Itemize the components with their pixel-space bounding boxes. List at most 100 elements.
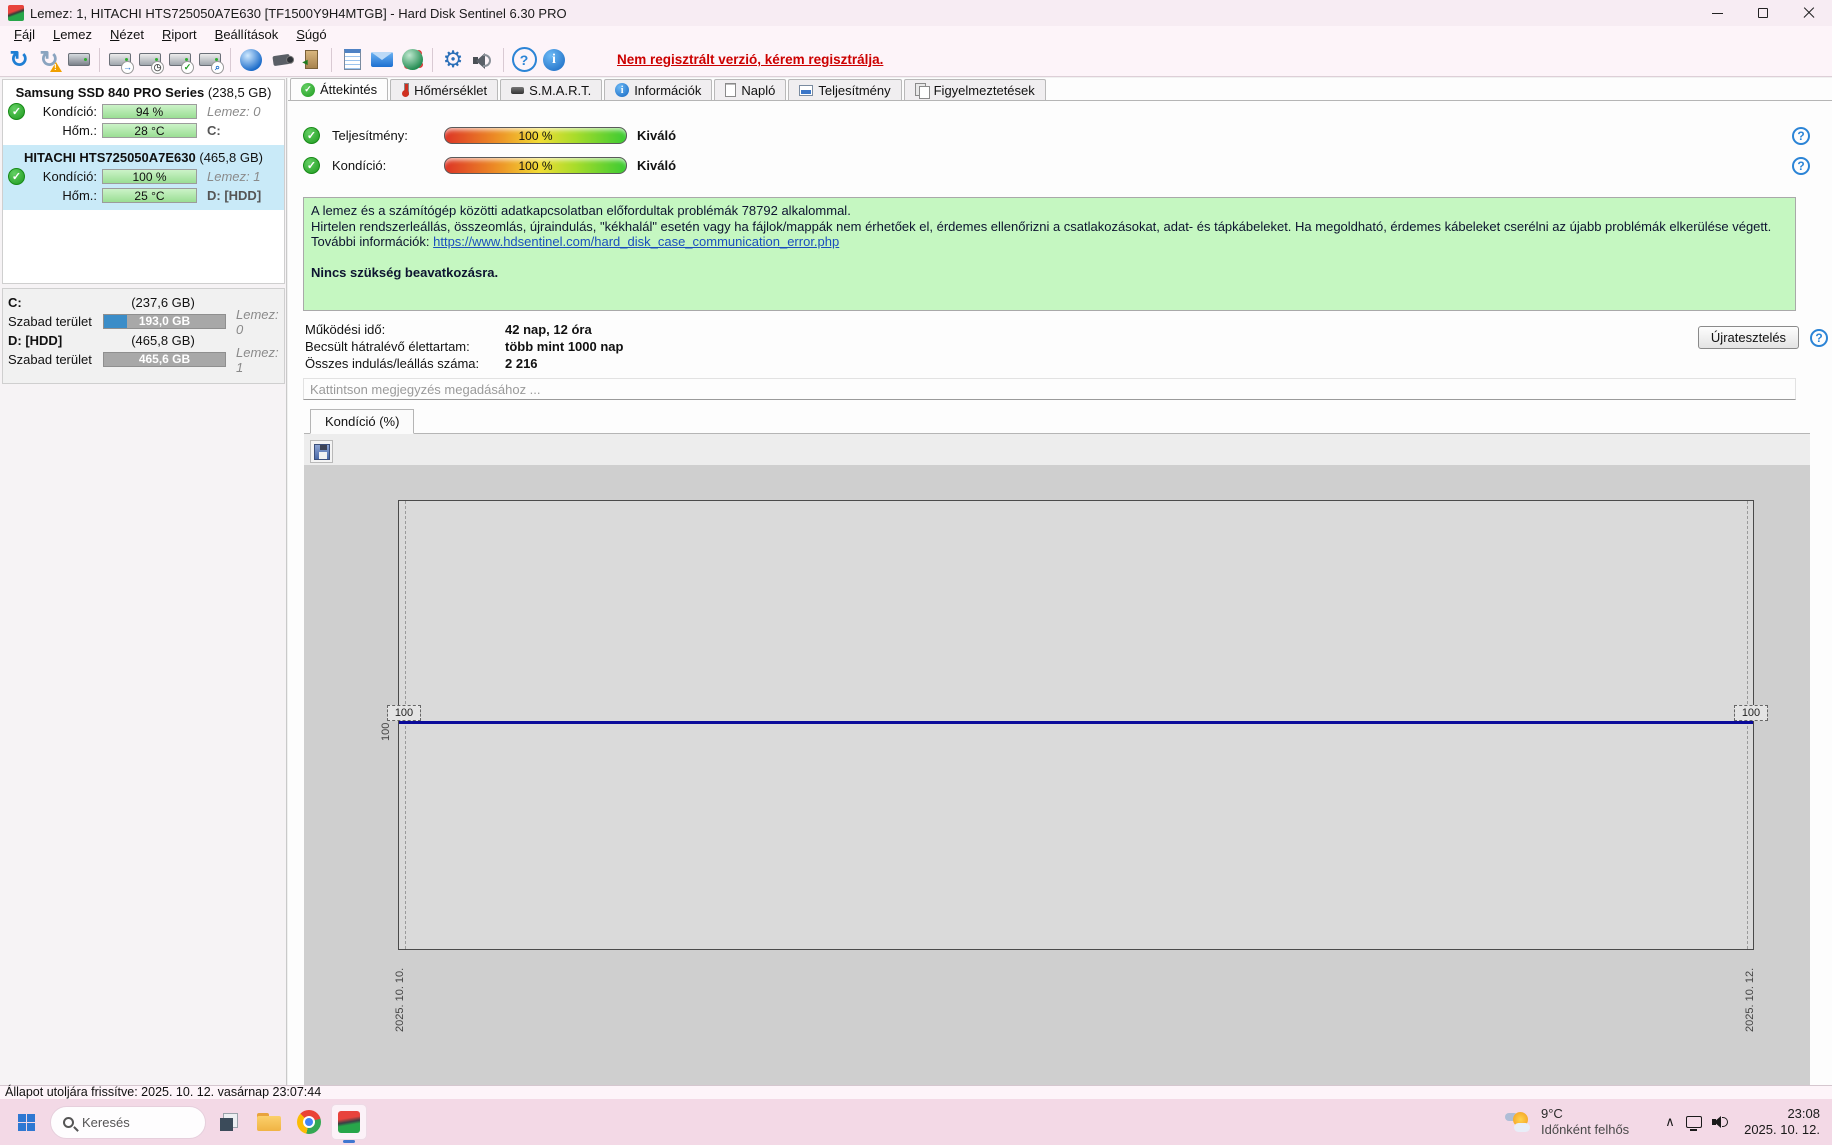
sidebar: Samsung SSD 840 PRO Series (238,5 GB) Ko…: [0, 78, 287, 1085]
temperature-bar: 25 °C: [102, 188, 197, 203]
disk-entry-hitachi[interactable]: HITACHI HTS725050A7E630 (465,8 GB) Kondí…: [3, 145, 284, 210]
save-icon: [313, 443, 330, 460]
close-icon: [1803, 7, 1815, 19]
plot-area: [398, 500, 1754, 950]
refresh-icon[interactable]: [5, 46, 33, 74]
maximize-icon: [1758, 8, 1768, 18]
action-advice: Nincs szükség beavatkozásra.: [311, 265, 499, 280]
network-icon[interactable]: [1686, 1116, 1702, 1131]
help-icon[interactable]: [1810, 329, 1828, 347]
chart-icon: [799, 84, 814, 96]
door-exit-icon[interactable]: [297, 46, 325, 74]
help-icon[interactable]: [1792, 157, 1810, 175]
title-bar: Lemez: 1, HITACHI HTS725050A7E630 [TF150…: [0, 0, 1832, 26]
stats-block: Működési idő: 42 nap, 12 óra Becsült hátr…: [305, 322, 624, 371]
web-disk-icon[interactable]: [237, 46, 265, 74]
message-line: Hirtelen rendszerleállás, összeomlás, új…: [311, 218, 1772, 234]
start-button[interactable]: [8, 1104, 44, 1140]
partition-free-row[interactable]: Szabad terület 193,0 GB Lemez: 0: [8, 307, 279, 337]
email-icon[interactable]: [368, 46, 396, 74]
drive-letter: C:: [207, 123, 221, 138]
menu-settings[interactable]: Beállítások: [206, 27, 288, 42]
info-icon: [615, 83, 630, 97]
notes-icon[interactable]: [338, 46, 366, 74]
chart-block: Kondíció (%) 100 100 100 2025. 10. 10. 2…: [304, 409, 1810, 1108]
hard-disk-sentinel-icon: [338, 1111, 360, 1133]
disk-number: Lemez: 0: [236, 306, 279, 337]
menu-view[interactable]: Nézet: [101, 27, 153, 42]
status-text: Állapot utoljára frissítve: 2025. 10. 12…: [5, 1085, 322, 1099]
message-line: A lemez és a számítógép közötti adatkapc…: [311, 203, 851, 218]
menu-help[interactable]: Súgó: [287, 27, 335, 42]
help-icon[interactable]: [510, 46, 538, 74]
clock-widget[interactable]: 23:08 2025. 10. 12.: [1744, 1099, 1820, 1145]
app-icon: [8, 5, 24, 21]
tab-temperature[interactable]: Hőmérséklet: [390, 79, 499, 100]
tray-chevron-icon[interactable]: ∧: [1660, 1099, 1680, 1145]
sounds-speaker-icon[interactable]: [469, 46, 497, 74]
search-icon: [63, 1116, 74, 1128]
minimize-button[interactable]: [1694, 0, 1740, 26]
search-placeholder: Keresés: [82, 1114, 130, 1130]
status-bar: Állapot utoljára frissítve: 2025. 10. 12…: [0, 1085, 1832, 1099]
disk-ok-icon[interactable]: ✓: [166, 46, 194, 74]
menu-report[interactable]: Riport: [153, 27, 206, 42]
tab-smart[interactable]: S.M.A.R.T.: [500, 79, 603, 100]
close-button[interactable]: [1786, 0, 1832, 26]
network-globe-icon[interactable]: [398, 46, 426, 74]
comment-input[interactable]: [303, 378, 1796, 400]
clock-time: 23:08: [1787, 1106, 1820, 1121]
retest-button[interactable]: Újratesztelés: [1698, 326, 1799, 349]
data-point-label-left: 100: [387, 705, 421, 721]
disk-number: Lemez: 0: [207, 104, 261, 119]
camera-icon[interactable]: [267, 46, 295, 74]
tab-performance[interactable]: Teljesítmény: [788, 79, 902, 100]
volume-icon[interactable]: [1712, 1115, 1729, 1129]
weather-temp: 9°C: [1541, 1106, 1563, 1121]
weather-icon: [1505, 1110, 1533, 1134]
file-explorer-button[interactable]: [252, 1105, 286, 1139]
disk-clock-icon[interactable]: ◷: [136, 46, 164, 74]
folder-icon: [257, 1113, 281, 1131]
task-view-icon: [220, 1113, 238, 1131]
weather-widget[interactable]: 9°C Időnként felhős: [1505, 1099, 1629, 1145]
maximize-button[interactable]: [1740, 0, 1786, 26]
disk-properties-icon[interactable]: [65, 46, 93, 74]
minimize-icon: [1711, 12, 1723, 14]
window-title: Lemez: 1, HITACHI HTS725050A7E630 [TF150…: [30, 5, 567, 21]
disk-name: Samsung SSD 840 PRO Series (238,5 GB): [15, 85, 272, 100]
disk-search-icon[interactable]: ⌕: [196, 46, 224, 74]
taskbar: Keresés 9°C Időnként felhős ∧ 23:08 2025…: [0, 1099, 1832, 1145]
hard-disk-sentinel-button[interactable]: [332, 1105, 366, 1143]
toolbar-separator: [99, 47, 100, 72]
disk-icon: [511, 86, 525, 94]
info-link[interactable]: https://www.hdsentinel.com/hard_disk_cas…: [433, 234, 839, 249]
refresh-warning-icon[interactable]: [35, 46, 63, 74]
tab-alerts[interactable]: Figyelmeztetések: [903, 79, 1046, 100]
disk-arrow-icon[interactable]: →: [106, 46, 134, 74]
search-input[interactable]: Keresés: [50, 1105, 206, 1139]
disk-entry-samsung[interactable]: Samsung SSD 840 PRO Series (238,5 GB) Ko…: [3, 80, 284, 145]
condition-row: Kondíció: 100 % Kiváló: [303, 155, 676, 175]
menu-bar: Fájl Lemez Nézet Riport Beállítások Súgó: [0, 26, 1832, 43]
partition-free-row[interactable]: Szabad terület 465,6 GB Lemez: 1: [8, 345, 279, 375]
task-view-button[interactable]: [212, 1105, 246, 1139]
tab-information[interactable]: Információk: [604, 79, 713, 100]
menu-file[interactable]: Fájl: [5, 27, 44, 42]
help-icon[interactable]: [1792, 127, 1810, 145]
y-axis-tick-label: 100: [380, 722, 392, 741]
ok-icon: [303, 156, 320, 174]
toolbar-separator: [230, 47, 231, 72]
menu-disk[interactable]: Lemez: [44, 27, 101, 42]
save-chart-button[interactable]: [310, 440, 333, 463]
chart-tab-condition[interactable]: Kondíció (%): [310, 409, 415, 434]
tab-overview[interactable]: Áttekintés: [290, 78, 389, 100]
registration-notice-link[interactable]: Nem regisztrált verzió, kérem regisztrál…: [617, 52, 883, 67]
check-icon: [301, 82, 315, 97]
info-icon[interactable]: [540, 46, 568, 74]
chrome-button[interactable]: [292, 1105, 326, 1139]
tab-log[interactable]: Napló: [714, 79, 787, 100]
health-ok-icon: [8, 103, 25, 120]
main-panel: Áttekintés Hőmérséklet S.M.A.R.T. Inform…: [288, 78, 1832, 1108]
settings-gear-icon[interactable]: [439, 46, 467, 74]
